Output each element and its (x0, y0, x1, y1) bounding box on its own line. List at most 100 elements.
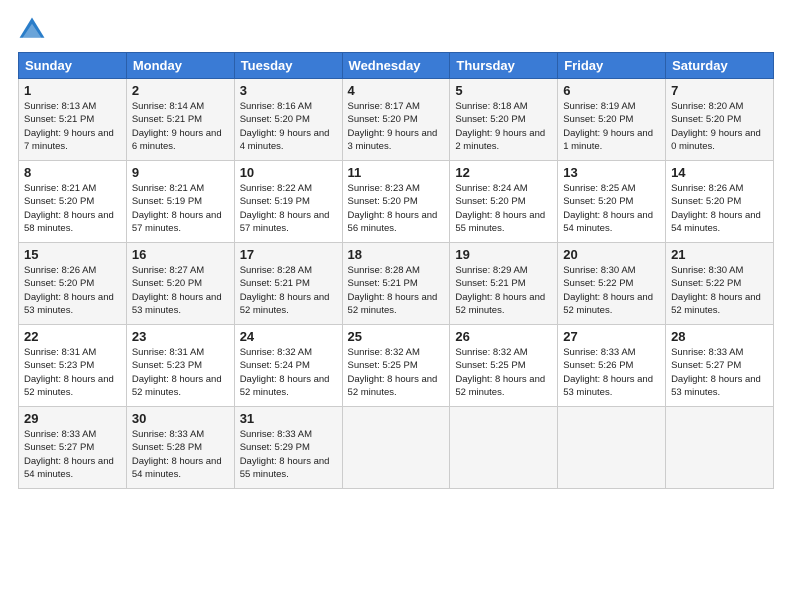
day-info: Sunrise: 8:29 AM Sunset: 5:21 PM Dayligh… (455, 264, 552, 317)
day-info: Sunrise: 8:23 AM Sunset: 5:20 PM Dayligh… (348, 182, 445, 235)
day-cell-10: 10 Sunrise: 8:22 AM Sunset: 5:19 PM Dayl… (234, 161, 342, 243)
day-number: 3 (240, 83, 337, 98)
day-cell-6: 6 Sunrise: 8:19 AM Sunset: 5:20 PM Dayli… (558, 79, 666, 161)
day-info: Sunrise: 8:33 AM Sunset: 5:26 PM Dayligh… (563, 346, 660, 399)
day-number: 30 (132, 411, 229, 426)
day-number: 29 (24, 411, 121, 426)
day-cell-16: 16 Sunrise: 8:27 AM Sunset: 5:20 PM Dayl… (126, 243, 234, 325)
calendar-week-2: 8 Sunrise: 8:21 AM Sunset: 5:20 PM Dayli… (19, 161, 774, 243)
day-number: 1 (24, 83, 121, 98)
day-info: Sunrise: 8:32 AM Sunset: 5:24 PM Dayligh… (240, 346, 337, 399)
day-cell-19: 19 Sunrise: 8:29 AM Sunset: 5:21 PM Dayl… (450, 243, 558, 325)
day-info: Sunrise: 8:22 AM Sunset: 5:19 PM Dayligh… (240, 182, 337, 235)
day-cell-31: 31 Sunrise: 8:33 AM Sunset: 5:29 PM Dayl… (234, 407, 342, 489)
day-number: 10 (240, 165, 337, 180)
day-number: 19 (455, 247, 552, 262)
day-number: 26 (455, 329, 552, 344)
day-number: 18 (348, 247, 445, 262)
day-number: 5 (455, 83, 552, 98)
day-number: 22 (24, 329, 121, 344)
logo-icon (18, 16, 46, 44)
day-number: 14 (671, 165, 768, 180)
day-cell-2: 2 Sunrise: 8:14 AM Sunset: 5:21 PM Dayli… (126, 79, 234, 161)
day-info: Sunrise: 8:33 AM Sunset: 5:27 PM Dayligh… (671, 346, 768, 399)
weekday-header-wednesday: Wednesday (342, 53, 450, 79)
day-cell-11: 11 Sunrise: 8:23 AM Sunset: 5:20 PM Dayl… (342, 161, 450, 243)
day-cell-14: 14 Sunrise: 8:26 AM Sunset: 5:20 PM Dayl… (666, 161, 774, 243)
day-cell-9: 9 Sunrise: 8:21 AM Sunset: 5:19 PM Dayli… (126, 161, 234, 243)
weekday-header-thursday: Thursday (450, 53, 558, 79)
day-number: 11 (348, 165, 445, 180)
logo (18, 16, 50, 44)
day-info: Sunrise: 8:21 AM Sunset: 5:20 PM Dayligh… (24, 182, 121, 235)
day-info: Sunrise: 8:32 AM Sunset: 5:25 PM Dayligh… (348, 346, 445, 399)
day-info: Sunrise: 8:17 AM Sunset: 5:20 PM Dayligh… (348, 100, 445, 153)
calendar-week-1: 1 Sunrise: 8:13 AM Sunset: 5:21 PM Dayli… (19, 79, 774, 161)
day-cell-12: 12 Sunrise: 8:24 AM Sunset: 5:20 PM Dayl… (450, 161, 558, 243)
day-cell-13: 13 Sunrise: 8:25 AM Sunset: 5:20 PM Dayl… (558, 161, 666, 243)
day-cell-17: 17 Sunrise: 8:28 AM Sunset: 5:21 PM Dayl… (234, 243, 342, 325)
calendar-week-3: 15 Sunrise: 8:26 AM Sunset: 5:20 PM Dayl… (19, 243, 774, 325)
day-info: Sunrise: 8:33 AM Sunset: 5:27 PM Dayligh… (24, 428, 121, 481)
day-cell-24: 24 Sunrise: 8:32 AM Sunset: 5:24 PM Dayl… (234, 325, 342, 407)
day-info: Sunrise: 8:14 AM Sunset: 5:21 PM Dayligh… (132, 100, 229, 153)
weekday-header-tuesday: Tuesday (234, 53, 342, 79)
weekday-header-monday: Monday (126, 53, 234, 79)
day-info: Sunrise: 8:27 AM Sunset: 5:20 PM Dayligh… (132, 264, 229, 317)
day-cell-22: 22 Sunrise: 8:31 AM Sunset: 5:23 PM Dayl… (19, 325, 127, 407)
day-number: 31 (240, 411, 337, 426)
day-info: Sunrise: 8:30 AM Sunset: 5:22 PM Dayligh… (671, 264, 768, 317)
day-info: Sunrise: 8:25 AM Sunset: 5:20 PM Dayligh… (563, 182, 660, 235)
empty-cell (450, 407, 558, 489)
day-number: 8 (24, 165, 121, 180)
day-number: 15 (24, 247, 121, 262)
day-info: Sunrise: 8:28 AM Sunset: 5:21 PM Dayligh… (348, 264, 445, 317)
day-cell-27: 27 Sunrise: 8:33 AM Sunset: 5:26 PM Dayl… (558, 325, 666, 407)
day-number: 2 (132, 83, 229, 98)
day-cell-1: 1 Sunrise: 8:13 AM Sunset: 5:21 PM Dayli… (19, 79, 127, 161)
day-info: Sunrise: 8:32 AM Sunset: 5:25 PM Dayligh… (455, 346, 552, 399)
empty-cell (666, 407, 774, 489)
empty-cell (558, 407, 666, 489)
day-cell-7: 7 Sunrise: 8:20 AM Sunset: 5:20 PM Dayli… (666, 79, 774, 161)
day-info: Sunrise: 8:28 AM Sunset: 5:21 PM Dayligh… (240, 264, 337, 317)
day-number: 13 (563, 165, 660, 180)
day-number: 16 (132, 247, 229, 262)
day-number: 23 (132, 329, 229, 344)
calendar-week-4: 22 Sunrise: 8:31 AM Sunset: 5:23 PM Dayl… (19, 325, 774, 407)
day-info: Sunrise: 8:19 AM Sunset: 5:20 PM Dayligh… (563, 100, 660, 153)
day-info: Sunrise: 8:30 AM Sunset: 5:22 PM Dayligh… (563, 264, 660, 317)
day-info: Sunrise: 8:24 AM Sunset: 5:20 PM Dayligh… (455, 182, 552, 235)
day-cell-4: 4 Sunrise: 8:17 AM Sunset: 5:20 PM Dayli… (342, 79, 450, 161)
day-cell-30: 30 Sunrise: 8:33 AM Sunset: 5:28 PM Dayl… (126, 407, 234, 489)
day-number: 24 (240, 329, 337, 344)
day-info: Sunrise: 8:18 AM Sunset: 5:20 PM Dayligh… (455, 100, 552, 153)
day-number: 9 (132, 165, 229, 180)
day-info: Sunrise: 8:26 AM Sunset: 5:20 PM Dayligh… (671, 182, 768, 235)
day-cell-23: 23 Sunrise: 8:31 AM Sunset: 5:23 PM Dayl… (126, 325, 234, 407)
weekday-header-friday: Friday (558, 53, 666, 79)
day-cell-25: 25 Sunrise: 8:32 AM Sunset: 5:25 PM Dayl… (342, 325, 450, 407)
weekday-header-sunday: Sunday (19, 53, 127, 79)
header (18, 16, 774, 44)
empty-cell (342, 407, 450, 489)
day-number: 28 (671, 329, 768, 344)
day-info: Sunrise: 8:31 AM Sunset: 5:23 PM Dayligh… (132, 346, 229, 399)
day-cell-18: 18 Sunrise: 8:28 AM Sunset: 5:21 PM Dayl… (342, 243, 450, 325)
day-number: 4 (348, 83, 445, 98)
day-cell-8: 8 Sunrise: 8:21 AM Sunset: 5:20 PM Dayli… (19, 161, 127, 243)
weekday-header-row: SundayMondayTuesdayWednesdayThursdayFrid… (19, 53, 774, 79)
day-cell-15: 15 Sunrise: 8:26 AM Sunset: 5:20 PM Dayl… (19, 243, 127, 325)
day-info: Sunrise: 8:13 AM Sunset: 5:21 PM Dayligh… (24, 100, 121, 153)
day-number: 17 (240, 247, 337, 262)
day-info: Sunrise: 8:20 AM Sunset: 5:20 PM Dayligh… (671, 100, 768, 153)
day-info: Sunrise: 8:21 AM Sunset: 5:19 PM Dayligh… (132, 182, 229, 235)
day-info: Sunrise: 8:33 AM Sunset: 5:28 PM Dayligh… (132, 428, 229, 481)
day-number: 7 (671, 83, 768, 98)
weekday-header-saturday: Saturday (666, 53, 774, 79)
day-number: 20 (563, 247, 660, 262)
day-cell-28: 28 Sunrise: 8:33 AM Sunset: 5:27 PM Dayl… (666, 325, 774, 407)
day-info: Sunrise: 8:31 AM Sunset: 5:23 PM Dayligh… (24, 346, 121, 399)
day-info: Sunrise: 8:16 AM Sunset: 5:20 PM Dayligh… (240, 100, 337, 153)
day-number: 21 (671, 247, 768, 262)
